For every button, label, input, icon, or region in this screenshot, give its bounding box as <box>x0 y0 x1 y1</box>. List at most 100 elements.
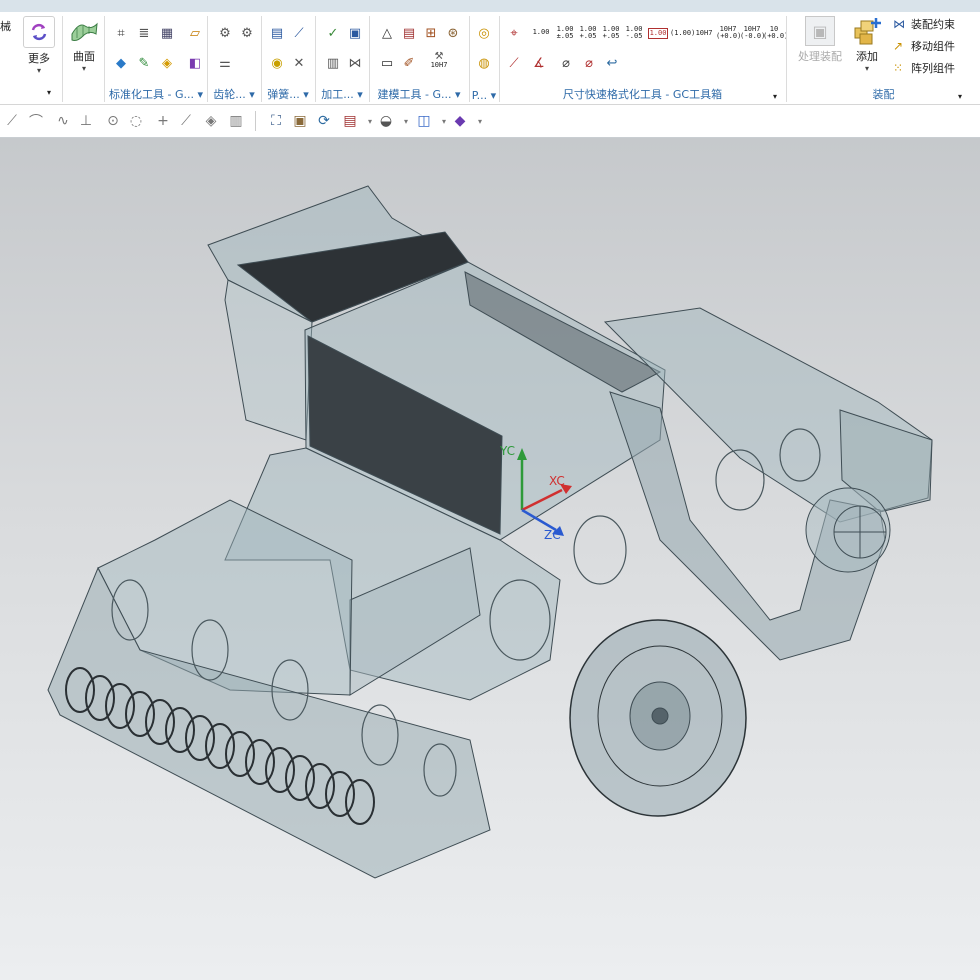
group-label-spring: 弹簧... ▾ <box>267 88 309 101</box>
rotate-icon[interactable]: ⟳ <box>316 113 332 129</box>
add-component-button[interactable]: 添加 ▾ <box>849 16 885 73</box>
dim-fit-c[interactable]: 10 (+0.0) <box>763 26 788 40</box>
group-label-dimension: 尺寸快速格式化工具 - GC工具箱 <box>562 88 723 101</box>
snap-intersect-icon[interactable]: ⊥ <box>78 113 94 129</box>
model-canvas <box>47 185 933 879</box>
sketch-icon[interactable]: ✐ <box>400 54 418 72</box>
bolt-icon[interactable]: ◧ <box>186 54 204 72</box>
coins-stack-icon[interactable]: ◍ <box>475 54 493 72</box>
group-standard-tools: ⌗ ≣ ▦ ◆ ✎ ◈ ▱ ◧ 标准化工具 - G... ▾ <box>106 12 206 104</box>
constraint-icon: ⋈ <box>893 17 905 31</box>
spring-delete-icon[interactable]: ✕ <box>290 54 308 72</box>
dim-fit[interactable]: 10H7 <box>693 30 715 37</box>
divider <box>62 16 63 102</box>
spring-disc-icon[interactable]: ◉ <box>268 54 286 72</box>
dimension-launcher-icon[interactable]: ▾ <box>773 92 777 101</box>
fastener-icon[interactable]: ◆ <box>112 54 130 72</box>
fit-small-button[interactable]: ⚒ 10H7 <box>426 52 452 69</box>
spring-coil-icon[interactable]: ▤ <box>268 24 286 42</box>
snap-curve-icon[interactable]: ⌒ <box>28 113 44 130</box>
diameter-red-icon[interactable]: ⌀ <box>580 54 598 72</box>
process-assembly-button[interactable]: ▣ 处理装配 <box>795 16 845 64</box>
gear-bevel-icon[interactable]: ⚙ <box>238 24 256 42</box>
dim-fit-a[interactable]: 10H7 (+0.0) <box>716 26 741 40</box>
grid-plus-icon[interactable]: ⊞ <box>422 24 440 42</box>
snap-spline-icon[interactable]: ∿ <box>55 113 71 129</box>
machining-check-icon[interactable]: ✓ <box>324 24 342 42</box>
cube-view-caret-icon[interactable]: ▾ <box>436 113 452 129</box>
move-component-button[interactable]: ↗ 移动组件 <box>893 36 955 56</box>
link-icon[interactable]: ⊛ <box>444 24 462 42</box>
process-assembly-label: 处理装配 <box>798 50 842 63</box>
array-component-button[interactable]: ⁙ 阵列组件 <box>893 58 955 78</box>
dim-paren[interactable]: (1.00) <box>670 30 695 37</box>
dim-fit-b[interactable]: 10H7 (-0.0) <box>740 26 765 40</box>
wheel-axle <box>651 707 669 725</box>
group-label-standard: 标准化工具 - G... ▾ <box>108 88 203 101</box>
section-icon[interactable]: ◒ <box>378 113 394 129</box>
dim-xy-icon[interactable]: ⌖ <box>505 24 523 42</box>
snap-center-icon[interactable]: ⊙ <box>105 113 121 129</box>
pin-icon[interactable]: ▱ <box>186 24 204 42</box>
snap-line-icon[interactable]: ⟋ <box>4 113 20 129</box>
view-zoom-icon[interactable]: ▣ <box>292 113 308 129</box>
machining-hole-icon[interactable]: ▥ <box>324 54 342 72</box>
add-caret-icon: ▾ <box>864 64 869 73</box>
note-icon[interactable]: ▭ <box>378 54 396 72</box>
render-style-caret-icon[interactable]: ▾ <box>362 113 378 129</box>
group-launcher-icon[interactable]: ▾ <box>47 88 51 97</box>
group-label-modeling: 建模工具 - G... ▾ <box>377 88 461 101</box>
more-button[interactable]: 更多 ▾ <box>20 16 58 75</box>
add-component-icon <box>852 16 882 46</box>
assembly-launcher-icon[interactable]: ▾ <box>958 92 962 101</box>
snap-point-icon[interactable]: + <box>155 113 171 129</box>
orient-caret-icon[interactable]: ▾ <box>472 113 488 129</box>
dim-tol-c[interactable]: 1.00 +.05 <box>600 26 622 40</box>
cube-view-icon[interactable]: ◫ <box>416 113 432 129</box>
undo-arrow-icon[interactable]: ↩ <box>603 54 621 72</box>
gear-rack-icon[interactable]: ⚌ <box>216 54 234 72</box>
group-dimension: ⌖ 1.00 1.00 ±.05 1.00 +.05 1.00 +.05 1.0… <box>500 12 788 104</box>
diameter-icon[interactable]: ⌀ <box>557 54 575 72</box>
dim-box[interactable]: 1.00 <box>648 28 668 39</box>
dim-tol-b[interactable]: 1.00 +.05 <box>577 26 599 40</box>
coins-icon[interactable]: ◎ <box>475 24 493 42</box>
orient-icon[interactable]: ◆ <box>452 113 468 129</box>
table-icon[interactable]: ▤ <box>400 24 418 42</box>
dim-plain[interactable]: 1.00 <box>530 29 552 36</box>
snap-quadrant-icon[interactable]: ◌ <box>128 113 144 129</box>
dim-angle-icon[interactable]: ∡ <box>530 54 548 72</box>
group-gear: ⚙ ⚙ ⚌ 齿轮... ▾ <box>208 12 260 104</box>
grid-icon[interactable]: ▦ <box>158 24 176 42</box>
section-caret-icon[interactable]: ▾ <box>398 113 414 129</box>
stack-icon[interactable]: ≣ <box>135 24 153 42</box>
snap-grid-icon[interactable]: ▥ <box>228 113 244 129</box>
machining-block-icon[interactable]: ▣ <box>346 24 364 42</box>
part-library-icon[interactable]: ◈ <box>158 54 176 72</box>
process-assembly-icon: ▣ <box>805 16 835 46</box>
view-fit-icon[interactable]: ⛶ <box>268 113 284 129</box>
move-icon: ↗ <box>893 39 904 53</box>
group-assembly: ▣ 处理装配 添加 ▾ ⋈ 装配约束 ↗ 移动组件 ⁙ 阵列组件 装配 ▾ <box>787 12 980 104</box>
triangle-icon[interactable]: △ <box>378 24 396 42</box>
assembly-constraint-button[interactable]: ⋈ 装配约束 <box>893 14 955 34</box>
surface-button[interactable]: 曲面 ▾ <box>66 16 102 73</box>
group-label-p: P... ▾ <box>471 89 497 102</box>
graphics-viewport[interactable]: YC XC ZC <box>0 138 980 980</box>
render-style-icon[interactable]: ▤ <box>342 113 358 129</box>
gear-spur-icon[interactable]: ⚙ <box>216 24 234 42</box>
more-label: 更多 <box>28 52 50 65</box>
surface-caret-icon: ▾ <box>81 64 86 73</box>
dim-tol-a[interactable]: 1.00 ±.05 <box>554 26 576 40</box>
machining-cut-icon[interactable]: ⋈ <box>346 54 364 72</box>
frame-icon[interactable]: ⌗ <box>112 24 130 42</box>
snap-tangent-icon[interactable]: ⟋ <box>178 113 194 129</box>
dim-tol-d[interactable]: 1.00 -.05 <box>623 26 645 40</box>
spring-tension-icon[interactable]: ⟋ <box>290 24 308 42</box>
add-label: 添加 <box>856 50 878 63</box>
dim-slash-icon[interactable]: ⟋ <box>505 54 523 72</box>
snap-face-icon[interactable]: ◈ <box>203 113 219 129</box>
more-icon <box>23 16 55 48</box>
wrench-icon[interactable]: ✎ <box>135 54 153 72</box>
ribbon-cut-label: 械 <box>0 20 11 33</box>
